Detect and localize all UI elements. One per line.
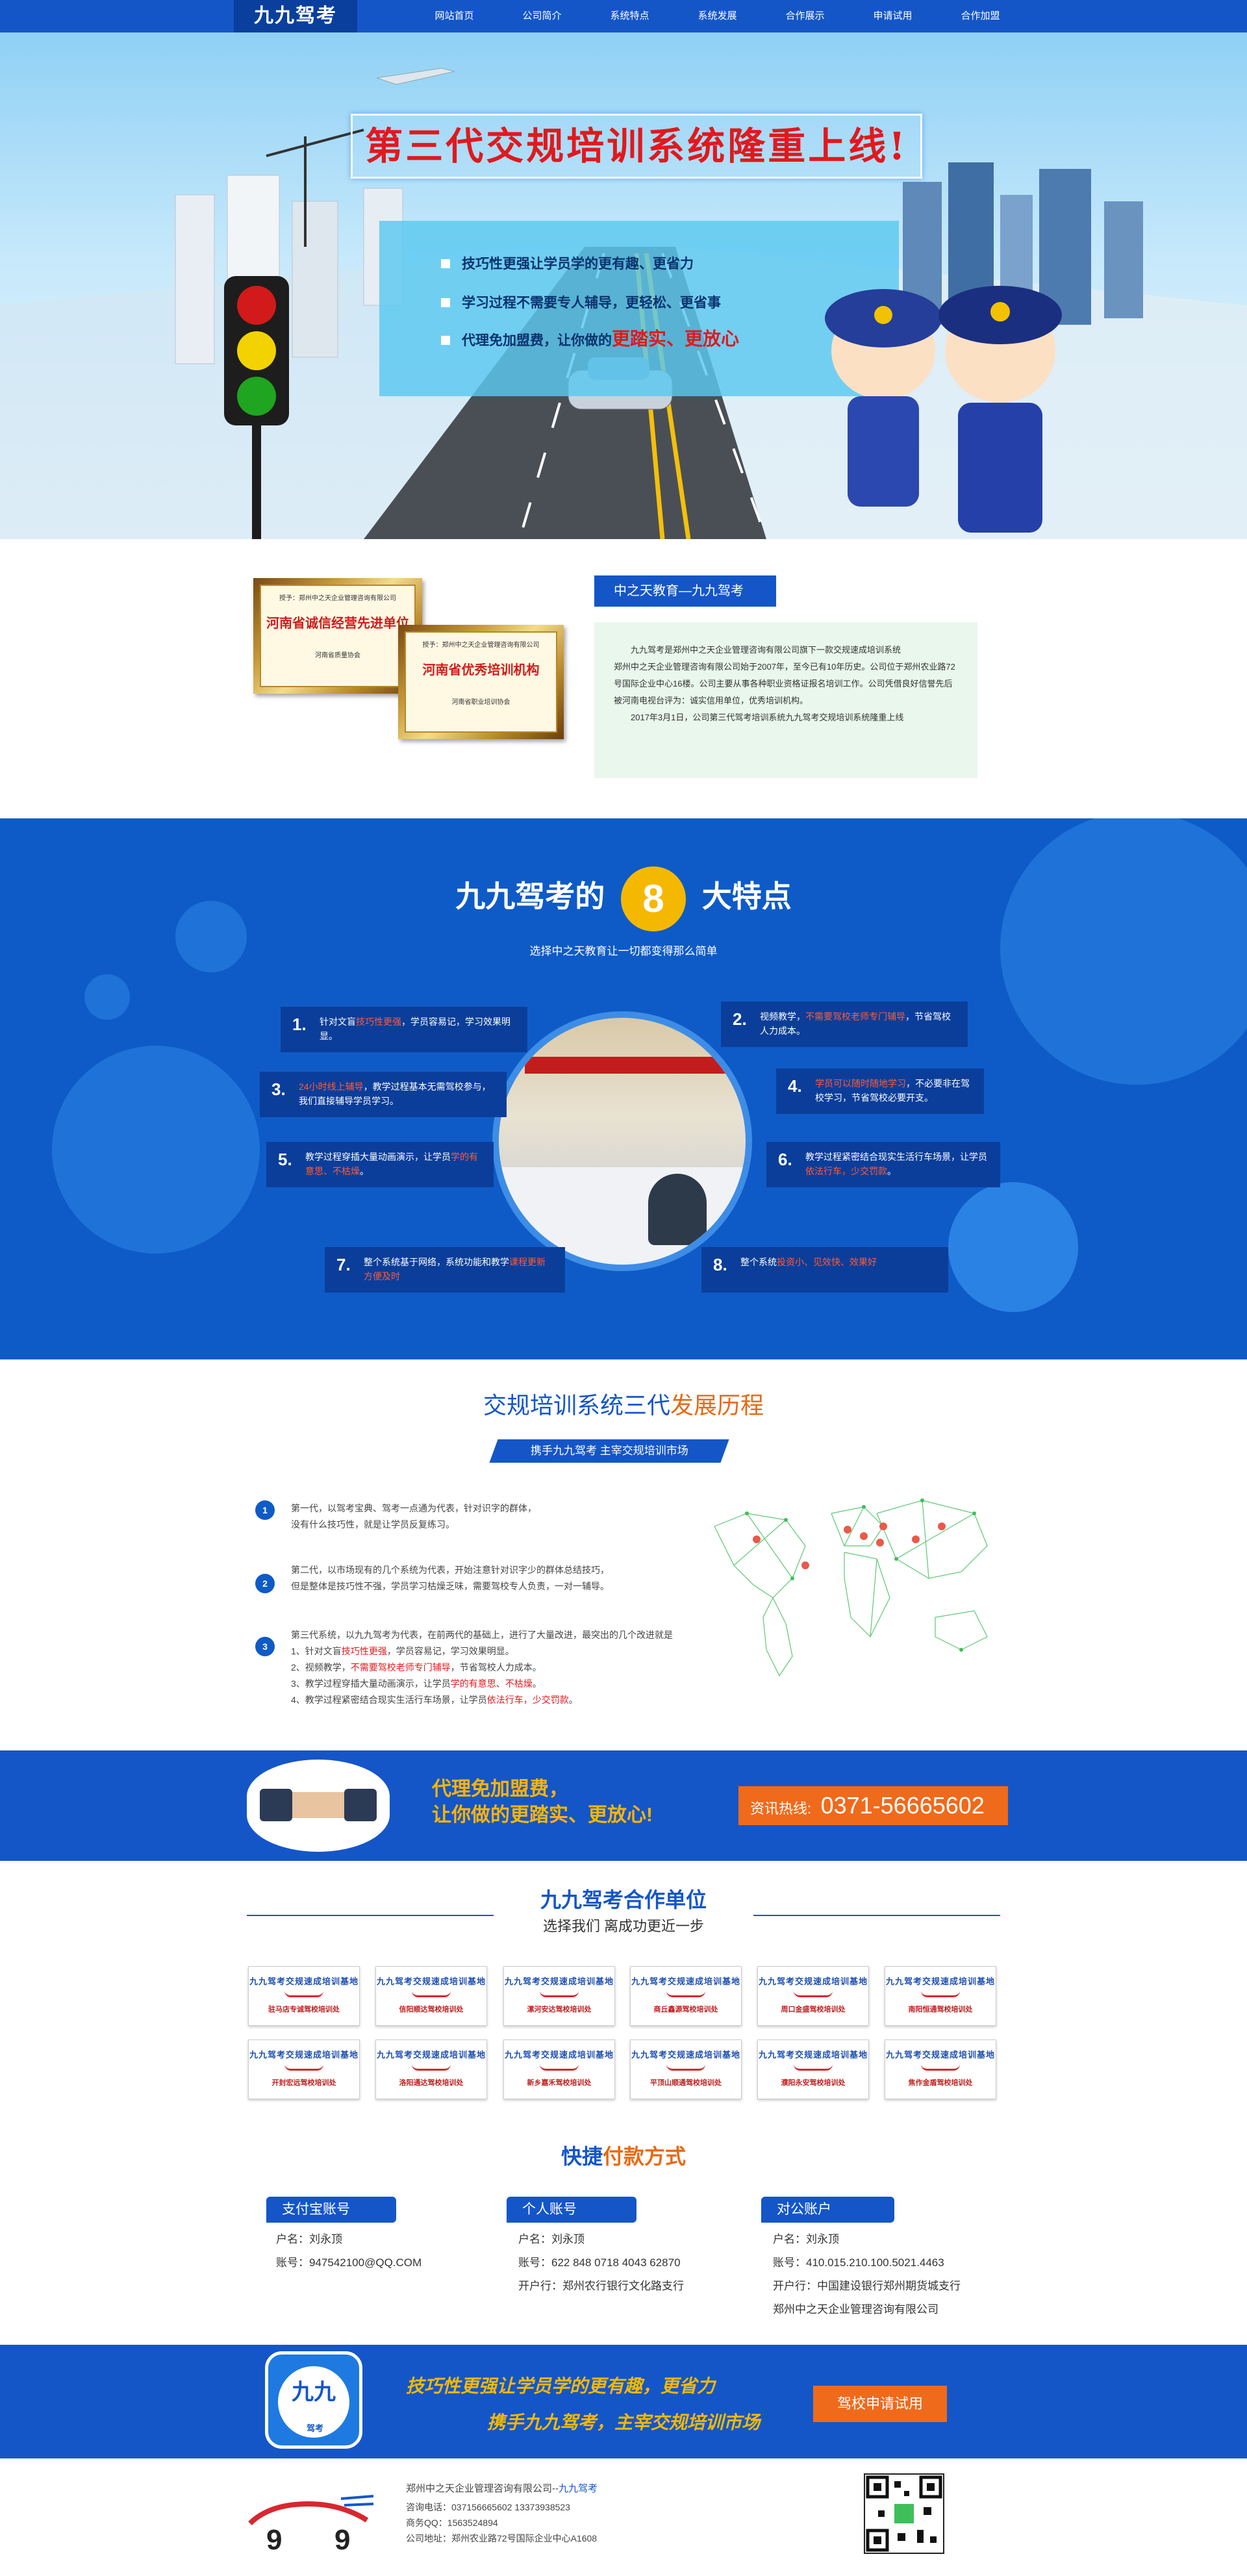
- site-logo[interactable]: 九九驾考: [234, 0, 357, 32]
- hotline-button[interactable]: 资讯热线: 0371-56665602: [738, 1786, 1008, 1825]
- intro-paragraph: 九九驾考是郑州中之天企业管理咨询有限公司旗下一款交规速成培训系统: [631, 645, 901, 655]
- feature-item-8: 8. 整个系统投资小、见效快、效果好: [701, 1247, 948, 1293]
- certificate-2: 授予：郑州中之天企业管理咨询有限公司 河南省优秀培训机构 河南省职业培训协会: [398, 625, 564, 739]
- nav-menu: 网站首页 公司简介 系统特点 系统发展 合作展示 申请试用 合作加盟: [410, 0, 1024, 32]
- pay-alipay-details: 户名：刘永顶 账号：947542100@QQ.COM: [276, 2233, 422, 2269]
- partner-card[interactable]: 九九驾考交规速成培训基地 漯河安达驾校培训处: [503, 1966, 615, 2026]
- feature-item-3: 3. 24小时线上辅导，教学过程基本无需驾校参与，我们直接辅导学员学习。: [260, 1072, 507, 1117]
- world-map: [714, 1498, 988, 1677]
- partner-card[interactable]: 九九驾考交规速成培训基地 焦作金盾驾校培训处: [885, 2039, 996, 2099]
- partner-card[interactable]: 九九驾考交规速成培训基地 新乡嘉禾驾校培训处: [503, 2039, 615, 2099]
- cta-bar: 九九 驾考 技巧性更强让学员学的更有趣，更省力 携手九九驾考，主宰交规培训市场 …: [0, 2345, 1247, 2458]
- partner-card[interactable]: 九九驾考交规速成培训基地 信阳顺达驾校培训处: [375, 1966, 487, 2026]
- deco-circle: [52, 1046, 260, 1254]
- history-title: 交规培训系统三代发展历程: [483, 1392, 764, 1419]
- features-section: 九九驾考的 8 大特点 选择中之天教育让一切都变得那么简单 1. 针对文盲技巧性更…: [0, 818, 1247, 1359]
- nav-item-home[interactable]: 网站首页: [410, 0, 498, 32]
- deco-circle: [84, 974, 130, 1020]
- feature-item-5: 5. 教学过程穿插大量动画演示，让学员学的有意思、不枯燥。: [266, 1142, 494, 1187]
- features-subtitle: 选择中之天教育让一切都变得那么简单: [529, 945, 718, 957]
- certificate-1: 授予：郑州中之天企业管理咨询有限公司 河南省诚信经营先进单位 河南省质量协会: [253, 578, 422, 694]
- top-nav: 九九驾考 网站首页 公司简介 系统特点 系统发展 合作展示 申请试用 合作加盟: [0, 0, 1247, 32]
- hotline-slogan: 代理免加盟费， 让你做的更踏实、更放心!: [432, 1778, 653, 1826]
- partner-card[interactable]: 九九驾考交规速成培训基地 平顶山顺通驾校培训处: [630, 2039, 742, 2099]
- traffic-light: [224, 276, 289, 425]
- intro-text-box: 九九驾考是郑州中之天企业管理咨询有限公司旗下一款交规速成培训系统 郑州中之天企业…: [594, 622, 977, 778]
- pay-personal-details: 户名：刘永顶 账号：622 848 0718 4043 62870 开户行：郑州农行…: [518, 2233, 684, 2292]
- partner-card[interactable]: 九九驾考交规速成培训基地 周口金盛驾校培训处: [757, 1966, 869, 2026]
- feature-item-4: 4. 学员可以随时随地学习，不必要非在驾校学习，节省驾校必要开支。: [776, 1068, 984, 1114]
- partner-card[interactable]: 九九驾考交规速成培训基地 洛阳通达驾校培训处: [375, 2039, 487, 2099]
- feature-item-1: 1. 针对文盲技巧性更强，学员容易记，学习效果明显。: [281, 1007, 527, 1052]
- partner-card[interactable]: 九九驾考交规速成培训基地 南阳恒通驾校培训处: [885, 1966, 996, 2026]
- partner-card[interactable]: 九九驾考交规速成培训基地 开封宏远驾校培训处: [248, 2039, 360, 2099]
- history-ribbon: 携手九九驾考 主宰交规培训市场: [489, 1439, 729, 1463]
- partner-card[interactable]: 九九驾考交规速成培训基地 濮阳永安驾校培训处: [757, 2039, 869, 2099]
- cta-line-1: 技巧性更强让学员学的更有趣，更省力: [406, 2375, 716, 2397]
- handshake-image: [247, 1760, 390, 1852]
- app-badge-sub: 驾考: [306, 2423, 323, 2433]
- feature-item-6: 6. 教学过程紧密结合现实生活行车场景，让学员依法行车，少交罚款。: [766, 1142, 1000, 1187]
- cta-line-2: 携手九九驾考，主宰交规培训市场: [487, 2412, 761, 2433]
- svg-text:9: 9: [334, 2524, 350, 2556]
- pay-tag-corporate: 对公账户: [761, 2197, 894, 2223]
- hero-banner: 第三代交规培训系统隆重上线! 技巧性更强让学员学的更有趣、更省力 学习过程不需要…: [0, 32, 1247, 539]
- feature-item-2: 2. 视频教学，不需要驾校老师专门辅导，节省驾校人力成本。: [721, 1002, 968, 1047]
- app-badge: 九九: [265, 2351, 362, 2449]
- features-count-badge: 8: [621, 866, 686, 931]
- nav-item-trial[interactable]: 申请试用: [849, 0, 937, 32]
- qr-code: [864, 2473, 944, 2554]
- nav-item-features[interactable]: 系统特点: [586, 0, 674, 32]
- nav-item-history[interactable]: 系统发展: [674, 0, 761, 32]
- banner-point-2: 学习过程不需要专人辅导，更轻松、更省事: [441, 292, 721, 312]
- police-mascots: [825, 286, 1062, 533]
- pay-tag-personal: 个人账号: [507, 2197, 636, 2223]
- nav-item-join[interactable]: 合作加盟: [937, 0, 1024, 32]
- footer-car-logo: 9 9: [248, 2495, 373, 2556]
- partner-card[interactable]: 九九驾考交规速成培训基地 驻马店专诚驾校培训处: [248, 1966, 360, 2026]
- nav-item-about[interactable]: 公司简介: [498, 0, 586, 32]
- banner-point-3: 代理免加盟费，让你做的更踏实、更放心: [441, 325, 739, 351]
- banner-title: 第三代交规培训系统隆重上线!: [351, 114, 922, 179]
- apply-trial-button[interactable]: 驾校申请试用: [813, 2386, 947, 2422]
- nav-item-partners[interactable]: 合作展示: [761, 0, 849, 32]
- intro-paragraph: 2017年3月1日，公司第三代驾考培训系统九九驾考交规培训系统隆重上线: [631, 713, 904, 722]
- hotline-bar: 代理免加盟费， 让你做的更踏实、更放心! 资讯热线: 0371-56665602: [0, 1750, 1247, 1861]
- payment-title: 快捷付款方式: [561, 2145, 686, 2168]
- partners-title: 九九驾考合作单位: [540, 1888, 707, 1912]
- intro-paragraph: 郑州中之天企业管理咨询有限公司始于2007年，至今已有10年历史。公司位于郑州农…: [614, 662, 955, 705]
- traffic-light-pole: [252, 422, 261, 539]
- classroom-photo: [492, 1011, 752, 1271]
- partners-subtitle: 选择我们 离成功更近一步: [542, 1918, 705, 1934]
- svg-text:9: 9: [266, 2524, 282, 2556]
- feature-item-7: 7. 整个系统基于网络，系统功能和教学课程更新方便及时: [325, 1247, 565, 1293]
- features-title: 九九驾考的 8 大特点: [0, 864, 1247, 931]
- footer-info: 郑州中之天企业管理咨询有限公司--九九驾考 咨询电话：037156665602 …: [406, 2483, 598, 2544]
- pay-corporate-details: 户名：刘永顶 账号：410.015.210.100.5021.4463 开户行：中国…: [773, 2233, 961, 2316]
- pay-tag-alipay: 支付宝账号: [266, 2197, 396, 2223]
- deco-circle: [948, 1182, 1078, 1312]
- banner-point-1: 技巧性更强让学员学的更有趣、更省力: [441, 253, 694, 273]
- intro-heading: 中之天教育—九九驾考: [594, 575, 776, 607]
- partner-card[interactable]: 九九驾考交规速成培训基地 商丘鑫源驾校培训处: [630, 1966, 742, 2026]
